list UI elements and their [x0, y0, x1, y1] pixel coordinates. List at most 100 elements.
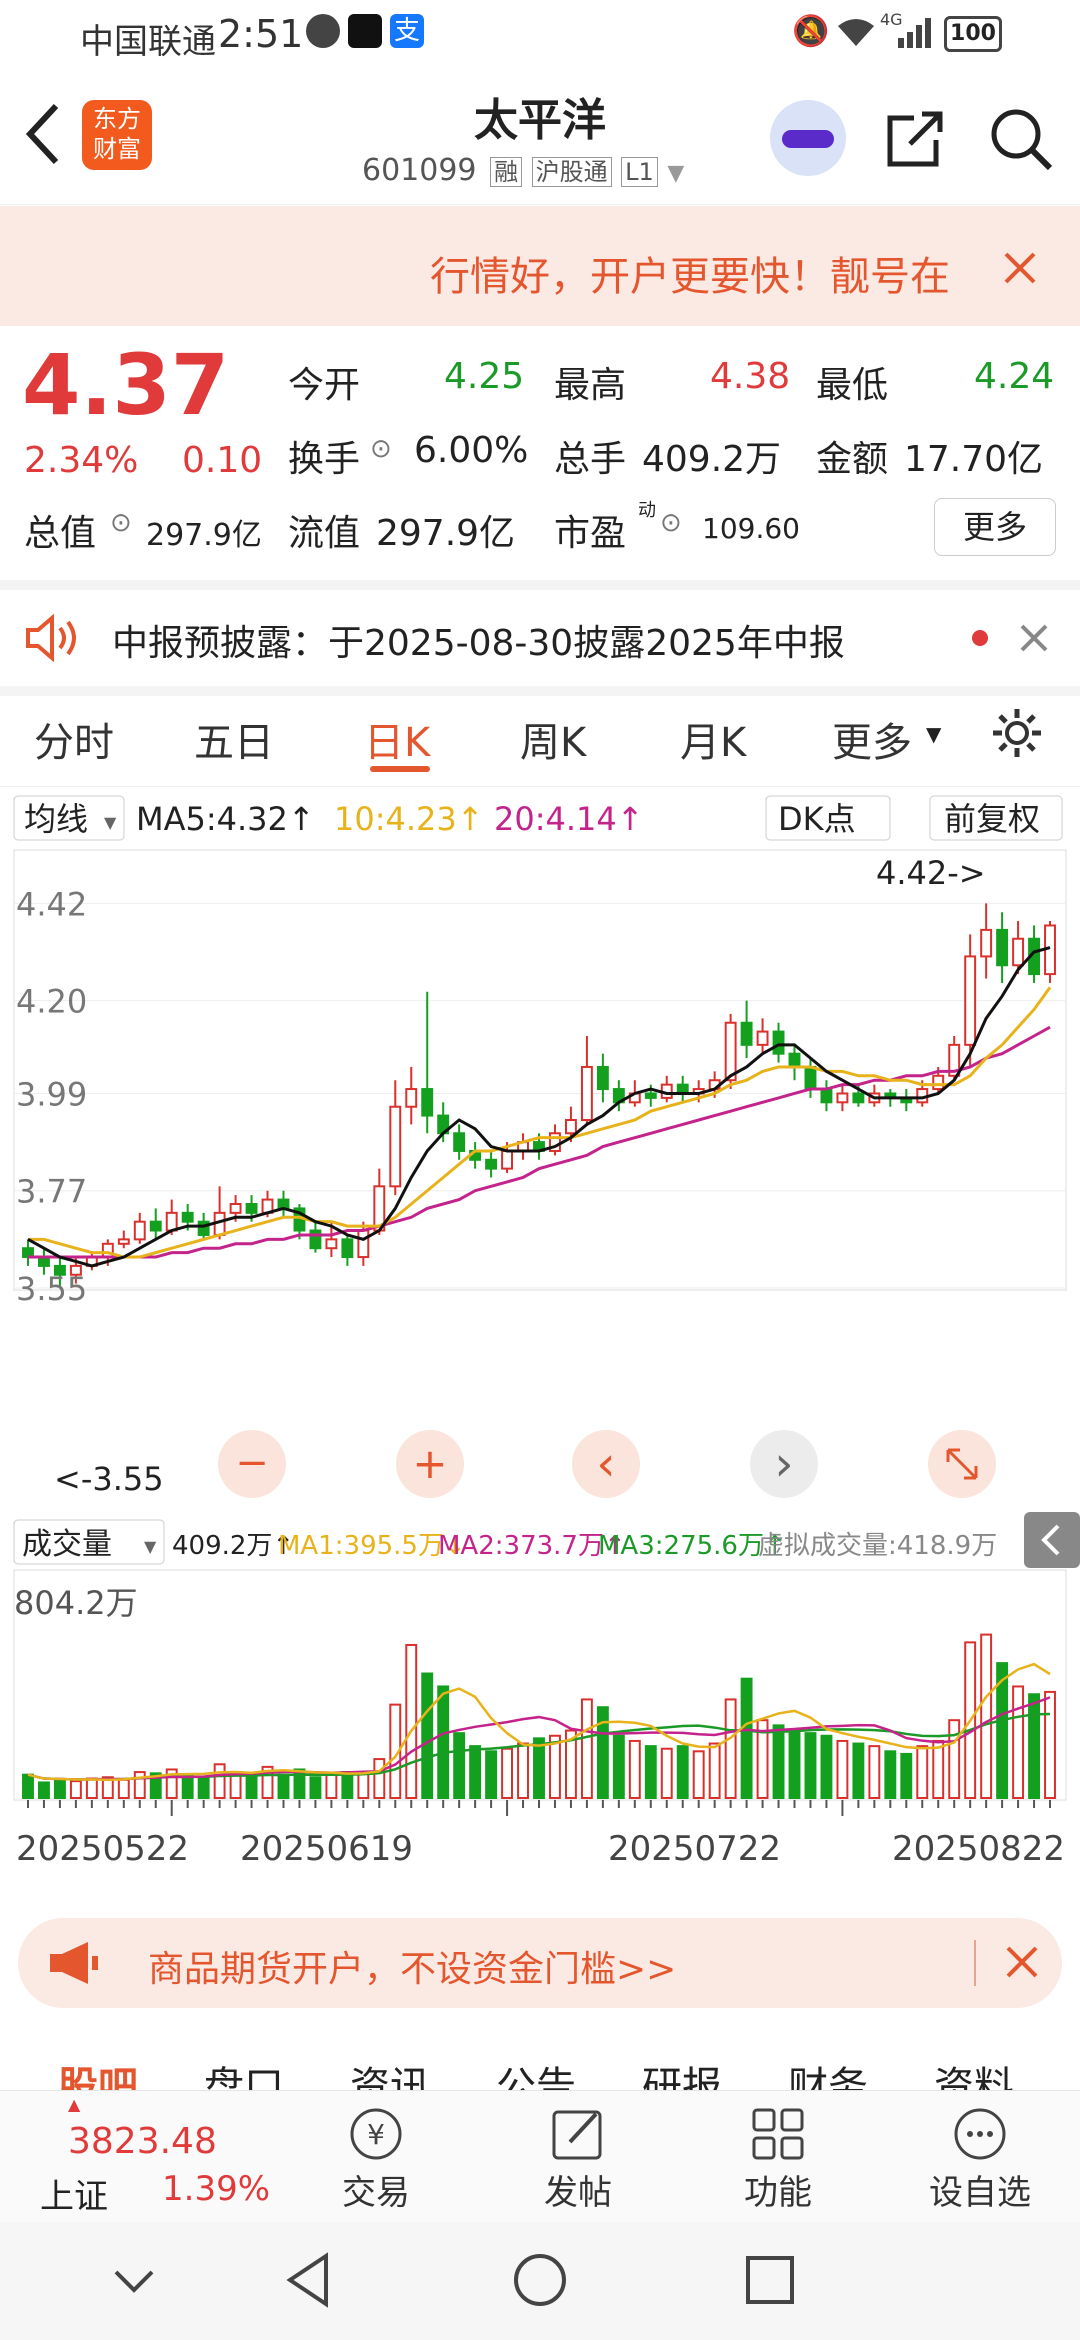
float-value: 297.9亿 — [376, 513, 516, 554]
y-tick-label: 4.42 — [16, 885, 87, 923]
tag-level: L1 — [621, 157, 658, 187]
date-label: 20250522 — [16, 1829, 189, 1869]
candle-body — [389, 1105, 402, 1188]
volume-bar — [852, 1742, 865, 1799]
pe-label: 市盈 — [554, 513, 627, 554]
pe-sup: 动 — [638, 500, 656, 521]
volume-bar — [724, 1698, 737, 1799]
search-icon[interactable] — [988, 106, 1054, 172]
candle-body — [309, 1229, 322, 1250]
recents-square-icon[interactable] — [744, 2254, 796, 2306]
volume-max-label: 804.2万 — [14, 1584, 138, 1622]
caret-down-icon: ▼ — [926, 722, 942, 746]
x-axis-ticks — [26, 1800, 1052, 1816]
ma20-text: 20:4.14↑ — [494, 800, 644, 838]
tag-connect: 沪股通 — [531, 157, 612, 187]
y-tick-label: 3.55 — [16, 1270, 87, 1308]
volume-bar — [181, 1774, 194, 1799]
ad-text: 商品期货开户，不设资金门槛>> — [148, 1949, 677, 1990]
amount-label: 金额 — [816, 439, 889, 480]
close-icon[interactable] — [1002, 250, 1038, 286]
high-label: 最高 — [554, 365, 627, 406]
back-triangle-icon[interactable] — [284, 2252, 332, 2308]
volume-bar — [948, 1719, 961, 1799]
volume-bar — [197, 1777, 210, 1799]
pe-value: 109.60 — [702, 512, 800, 545]
candle-body — [485, 1158, 498, 1170]
close-icon[interactable] — [1018, 622, 1050, 654]
volume-bar — [373, 1758, 386, 1799]
dk-button-label: DK点 — [778, 800, 856, 838]
alipay-icon: 支 — [390, 14, 424, 48]
quote-panel: 4.37 2.34% 0.10 今开 4.25 最高 4.38 最低 4.24 … — [0, 326, 1080, 576]
tab-five-day[interactable]: 五日 — [194, 710, 274, 768]
caret-down-icon: ▼ — [144, 1537, 157, 1556]
index-name: 上证 — [40, 2177, 108, 2217]
tab-weekly-k[interactable]: 周K — [520, 710, 586, 768]
volume-bar — [405, 1643, 418, 1799]
notice-bar[interactable]: 中报预披露：于2025-08-30披露2025年中报 — [0, 580, 1080, 696]
nav-functions[interactable]: 功能 — [708, 2103, 848, 2214]
ma-lines — [27, 946, 1052, 1268]
tiktok-icon — [348, 14, 382, 48]
stock-code: 601099 — [362, 153, 477, 188]
volume-bar — [804, 1732, 817, 1799]
megaphone-icon — [50, 1942, 98, 1984]
y-axis-labels: 4.42 4.20 3.99 3.77 3.55 — [16, 885, 87, 1308]
stock-header: 东方财富 太平洋 601099 融 沪股通 L1 ▼ — [0, 72, 1080, 205]
change-value: 0.10 — [182, 440, 263, 481]
nav-add-watchlist[interactable]: 设自选 — [910, 2103, 1050, 2214]
promo-banner[interactable]: 行情好，开户更要快！靓号在 — [0, 206, 1080, 326]
info-icon[interactable]: ⊙ — [370, 434, 392, 464]
more-button[interactable]: 更多 — [934, 498, 1056, 556]
amount-value: 17.70亿 — [904, 439, 1044, 480]
volume-bar — [357, 1772, 370, 1799]
close-icon[interactable] — [1004, 1944, 1040, 1980]
nav-post[interactable]: 发帖 — [508, 2103, 648, 2214]
wifi-icon — [838, 19, 874, 46]
tag-margin: 融 — [490, 157, 523, 187]
signal-icon — [898, 18, 931, 48]
volume-indicator-row: 成交量 ▼ 409.2万↑ MA1:395.5万↓ MA2:373.7万↑ MA… — [13, 1512, 1080, 1568]
assistant-avatar[interactable] — [770, 100, 846, 176]
volume-bar — [676, 1745, 689, 1799]
volume-bar — [820, 1734, 833, 1799]
date-label: 20250722 — [608, 1829, 781, 1869]
date-label: 20250619 — [240, 1829, 413, 1869]
candle-body — [756, 1030, 769, 1046]
stock-code-row[interactable]: 601099 融 沪股通 L1 ▼ — [362, 152, 684, 188]
candle-body — [421, 1088, 434, 1117]
nav-trade-label: 交易 — [342, 2173, 410, 2213]
svg-text:¥: ¥ — [367, 2118, 385, 2151]
index-value: 3823.48 — [68, 2121, 217, 2162]
index-widget[interactable]: ▲ 3823.48 上证 1.39% — [20, 2091, 280, 2223]
nav-trade[interactable]: ¥ 交易 — [306, 2103, 446, 2214]
kline-chart[interactable]: 均线 ▼ MA5:4.32↑ 10:4.23↑ 20:4.14↑ DK点 前复权… — [0, 790, 1080, 1900]
chevron-down-icon[interactable] — [112, 2266, 156, 2296]
ma10-text: 10:4.23↑ — [334, 800, 484, 838]
info-icon[interactable]: ⊙ — [660, 508, 682, 538]
media-icon — [306, 14, 340, 48]
volume-bar — [469, 1745, 482, 1799]
ma10-line — [27, 986, 1052, 1259]
volume-bar — [644, 1745, 657, 1799]
volume-bar — [580, 1698, 593, 1799]
chevron-right-icon: › — [774, 1436, 793, 1492]
collapse-button[interactable] — [1024, 1512, 1080, 1568]
ma5-line — [27, 946, 1051, 1268]
ad-bar[interactable]: 商品期货开户，不设资金门槛>> — [18, 1918, 1062, 2008]
candle-body — [724, 1021, 737, 1082]
share-icon[interactable] — [884, 108, 946, 170]
tab-more[interactable]: 更多 — [832, 710, 912, 768]
date-label: 20250822 — [892, 1829, 1065, 1869]
tab-intraday[interactable]: 分时 — [34, 710, 114, 768]
candle-body — [341, 1238, 354, 1259]
candle-body — [836, 1092, 849, 1104]
home-circle-icon[interactable] — [512, 2252, 568, 2308]
volume-bar — [868, 1745, 881, 1799]
volume-bar — [692, 1750, 705, 1799]
gear-icon[interactable] — [990, 706, 1044, 760]
info-icon[interactable]: ⊙ — [110, 508, 132, 538]
tab-daily-k[interactable]: 日K — [364, 710, 430, 768]
tab-monthly-k[interactable]: 月K — [680, 710, 746, 768]
